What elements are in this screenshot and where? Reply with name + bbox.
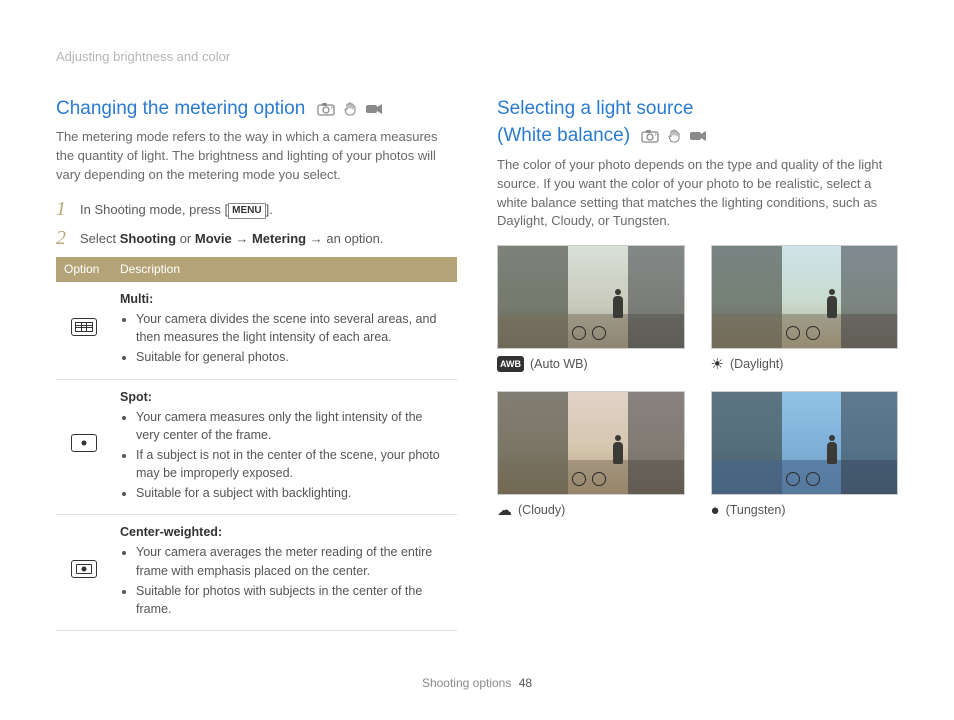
option-bullet: If a subject is not in the center of the…	[136, 446, 449, 482]
option-title: Multi:	[120, 292, 153, 306]
video-icon	[689, 129, 707, 143]
wb-sample-daylight: ☀ (Daylight)	[711, 245, 899, 373]
cloud-icon: ☁	[497, 503, 512, 518]
th-description: Description	[112, 257, 457, 282]
step-2-text: Select Shooting or Movie → Metering → an…	[80, 228, 383, 249]
video-icon	[365, 102, 383, 116]
wb-thumb-cloudy	[497, 391, 685, 495]
wb-thumb-daylight	[711, 245, 899, 349]
wb-thumb-tungsten	[711, 391, 899, 495]
wb-caption: AWB (Auto WB)	[497, 355, 685, 373]
wb-title-line1: Selecting a light source	[497, 98, 693, 119]
wb-label: (Auto WB)	[530, 355, 588, 373]
table-row: Multi: Your camera divides the scene int…	[56, 282, 457, 379]
wb-label: (Cloudy)	[518, 501, 565, 519]
bulb-icon: ●	[711, 503, 720, 518]
wb-label: (Tungsten)	[726, 501, 786, 519]
metering-title-text: Changing the metering option	[56, 98, 305, 119]
right-column: Selecting a light source (White balance)…	[497, 95, 898, 631]
hand-icon	[665, 129, 683, 143]
metering-title: Changing the metering option P	[56, 95, 457, 123]
wb-thumb-auto	[497, 245, 685, 349]
option-bullet: Suitable for general photos.	[136, 348, 449, 366]
option-title: Center-weighted:	[120, 525, 222, 539]
awb-badge-icon: AWB	[497, 356, 524, 372]
table-row: Center-weighted: Your camera averages th…	[56, 515, 457, 631]
camera-p-icon: P	[641, 129, 659, 143]
wb-intro: The color of your photo depends on the t…	[497, 156, 898, 231]
step-1-text: In Shooting mode, press [MENU].	[80, 199, 273, 220]
sun-icon: ☀	[711, 357, 724, 372]
step-2: 2 Select Shooting or Movie → Metering → …	[56, 228, 457, 249]
wb-sample-auto: AWB (Auto WB)	[497, 245, 685, 373]
hand-icon	[341, 102, 359, 116]
metering-mode-icons: P	[317, 102, 383, 116]
left-column: Changing the metering option P The meter…	[56, 95, 457, 631]
step-2-number: 2	[56, 228, 72, 248]
metering-options-table: Option Description Multi: Your camera di…	[56, 257, 457, 631]
option-bullet: Your camera averages the meter reading o…	[136, 543, 449, 579]
wb-title-line2: (White balance)	[497, 125, 630, 146]
footer-page-number: 48	[519, 676, 532, 690]
page-footer: Shooting options 48	[0, 675, 954, 692]
wb-sample-cloudy: ☁ (Cloudy)	[497, 391, 685, 519]
option-bullet: Suitable for a subject with backlighting…	[136, 484, 449, 502]
option-bullet: Your camera divides the scene into sever…	[136, 310, 449, 346]
metering-intro: The metering mode refers to the way in w…	[56, 128, 457, 185]
step-1: 1 In Shooting mode, press [MENU].	[56, 199, 457, 220]
wb-caption: ☁ (Cloudy)	[497, 501, 685, 519]
menu-button-icon: MENU	[228, 203, 265, 220]
option-bullet: Suitable for photos with subjects in the…	[136, 582, 449, 618]
wb-caption: ☀ (Daylight)	[711, 355, 899, 373]
table-row: Spot: Your camera measures only the ligh…	[56, 379, 457, 515]
spot-metering-icon	[71, 434, 97, 452]
center-weighted-icon	[71, 560, 97, 578]
wb-sample-grid: AWB (Auto WB) ☀ (Daylight) ☁ (Cloudy)	[497, 245, 898, 519]
white-balance-title: Selecting a light source (White balance)…	[497, 95, 898, 150]
multi-metering-icon	[71, 318, 97, 336]
breadcrumb: Adjusting brightness and color	[56, 48, 898, 67]
footer-section: Shooting options	[422, 676, 511, 690]
wb-sample-tungsten: ● (Tungsten)	[711, 391, 899, 519]
wb-label: (Daylight)	[730, 355, 784, 373]
wb-mode-icons: P	[641, 129, 707, 143]
camera-p-icon: P	[317, 102, 335, 116]
wb-caption: ● (Tungsten)	[711, 501, 899, 519]
option-bullet: Your camera measures only the light inte…	[136, 408, 449, 444]
th-option: Option	[56, 257, 112, 282]
step-1-number: 1	[56, 199, 72, 219]
option-title: Spot:	[120, 390, 152, 404]
